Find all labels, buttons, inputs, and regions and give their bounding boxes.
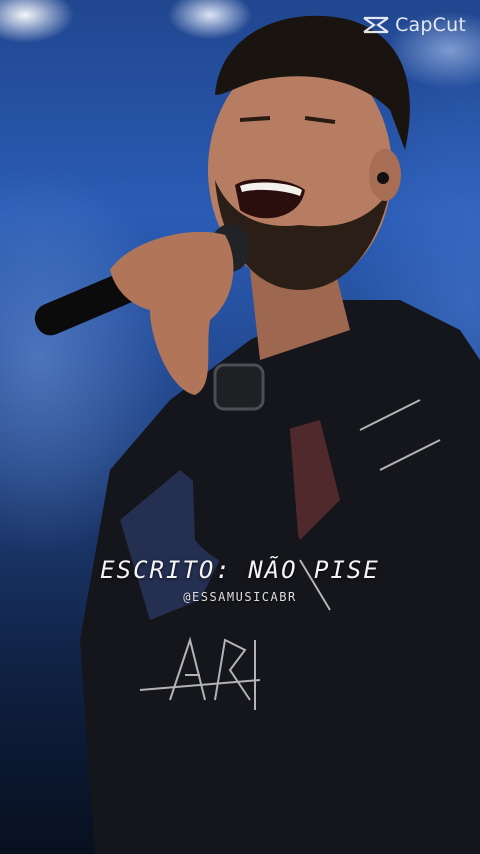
capcut-watermark: CapCut [361,14,466,36]
capcut-brand-text: CapCut [395,14,466,36]
capcut-logo-icon [363,16,389,34]
song-title-caption: ESCRITO: NÃO PISE [100,556,380,584]
smartwatch [213,363,265,411]
account-handle: @ESSAMUSICABR [183,590,297,604]
singer-photo [34,15,480,854]
video-frame: CapCut ESCRITO: NÃO PISE @ESSAMUSICABR [0,0,480,854]
